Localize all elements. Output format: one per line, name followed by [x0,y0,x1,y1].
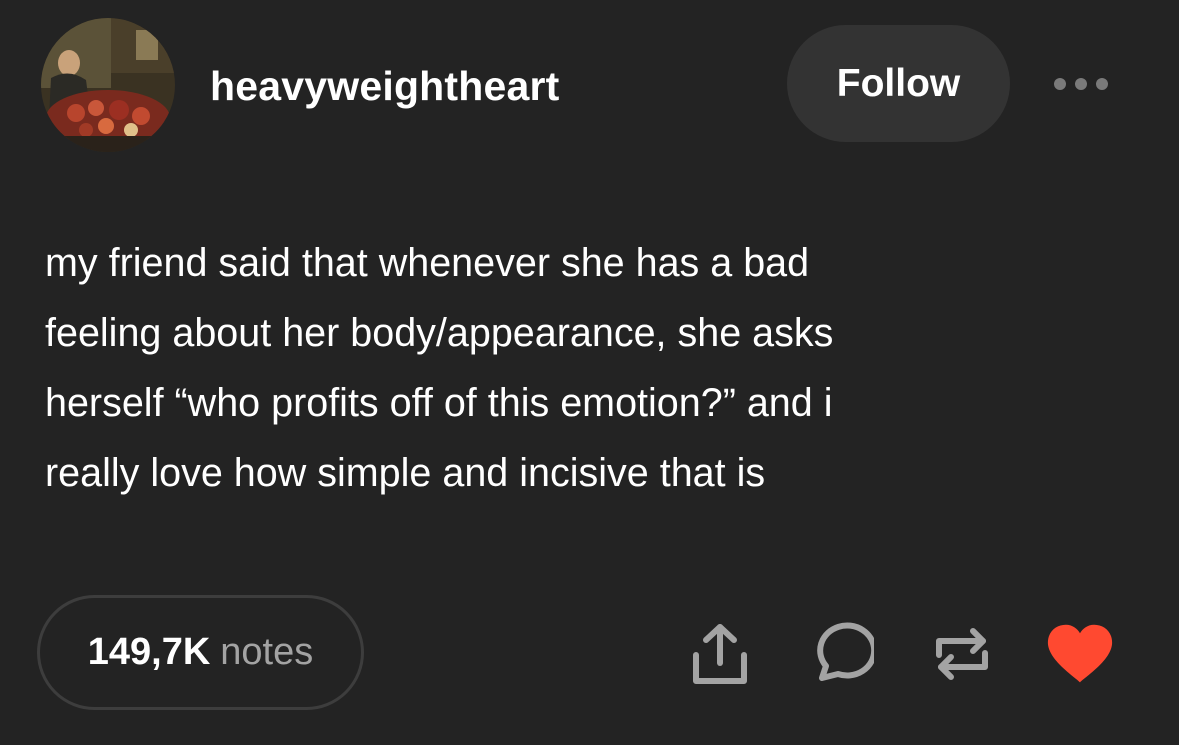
avatar-image [41,18,175,152]
share-icon [693,624,747,684]
post-body: my friend said that whenever she has a b… [45,228,1125,508]
post-body-line: herself “who profits off of this emotion… [45,381,833,425]
post-body-line: feeling about her body/appearance, she a… [45,311,834,355]
post-body-line: my friend said that whenever she has a b… [45,241,810,285]
reply-button[interactable] [807,620,875,688]
post-body-line: really love how simple and incisive that… [45,451,766,495]
reblog-button[interactable] [928,620,996,688]
heart-icon [1047,624,1113,683]
username[interactable]: heavyweightheart [210,60,560,112]
avatar[interactable] [41,18,175,152]
more-icon [1054,78,1108,90]
reply-icon [817,622,874,681]
like-button[interactable] [1046,620,1114,688]
notes-label: notes [220,631,314,673]
notes-button[interactable]: 149,7K notes [37,595,364,710]
share-button[interactable] [686,620,754,688]
notes-count: 149,7K [87,631,211,673]
more-options-button[interactable] [1044,67,1118,101]
reblog-icon [936,628,988,680]
follow-button[interactable]: Follow [787,25,1010,142]
